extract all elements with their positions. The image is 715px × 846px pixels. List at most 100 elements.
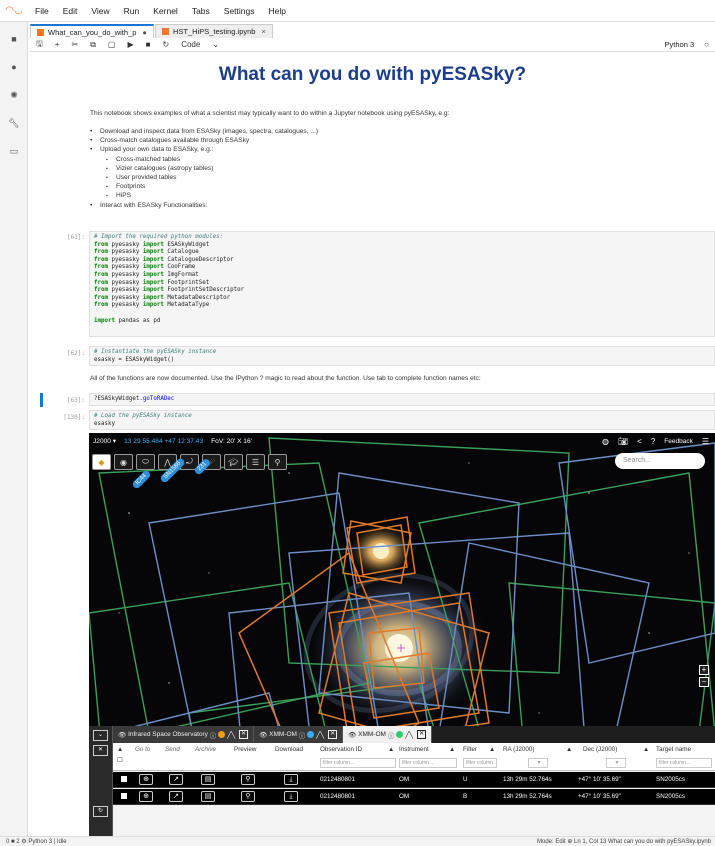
menu-kernel[interactable]: Kernel xyxy=(146,6,185,16)
table-row[interactable]: ⊕ ↗ ▤ ⚲ ⤓ 0212480801 OM U 13h 29m 52.764… xyxy=(113,772,715,788)
chevron-down-icon[interactable]: ▾ xyxy=(111,437,116,445)
eye-icon[interactable]: 👁︎ xyxy=(118,731,128,739)
add-cell-icon[interactable]: + xyxy=(49,40,66,49)
download-icon[interactable]: ⤓ xyxy=(284,774,298,785)
hips-layers-icon[interactable]: ◆ xyxy=(92,454,111,470)
code-cell-instantiate[interactable]: # Instantiate the pyESASky instance esas… xyxy=(89,346,715,366)
esasky-widget[interactable]: J2000 ▾ 13 29 55.484 +47 12 37.43 FoV: 2… xyxy=(89,433,715,836)
row-checkbox[interactable] xyxy=(121,776,127,782)
planning-icon[interactable]: 🎓︎ xyxy=(224,454,243,470)
col-observation-id[interactable]: Observation ID xyxy=(320,746,362,753)
sort-asc-icon[interactable]: ▲ xyxy=(449,746,455,753)
filter-instrument-input[interactable]: filter column... xyxy=(399,758,457,768)
goto-icon[interactable]: ⊕ xyxy=(139,791,153,802)
tab-iso[interactable]: 👁︎ Infrared Space Observatory ⓘ ╱╲ ✕ xyxy=(113,726,255,743)
col-ra[interactable]: RA (J2000) xyxy=(503,746,535,753)
coordinate-frame-select[interactable]: J2000 xyxy=(93,438,111,445)
color-dot-icon[interactable] xyxy=(218,731,226,738)
kernel-name[interactable]: Python 3 xyxy=(665,40,699,49)
col-dec[interactable]: Dec (J2000) xyxy=(583,746,617,753)
paste-icon[interactable]: ▢ xyxy=(102,40,122,49)
goto-icon[interactable]: ⊕ xyxy=(139,774,153,785)
menu-icon[interactable]: ☰ xyxy=(702,437,709,446)
copy-icon[interactable]: ⧉ xyxy=(84,40,102,50)
tab-xmm-om-1[interactable]: 👁︎ XMM-OM ⓘ ╱╲ ✕ xyxy=(254,726,344,743)
menu-tabs[interactable]: Tabs xyxy=(185,6,217,16)
sort-asc-icon[interactable]: ▲ xyxy=(388,746,394,753)
archive-icon[interactable]: ▤ xyxy=(201,774,215,785)
menu-edit[interactable]: Edit xyxy=(56,6,85,16)
sky-search-input[interactable]: Search... xyxy=(615,453,705,469)
close-icon[interactable]: ✕ xyxy=(239,730,249,739)
target-list-icon[interactable]: ◍ xyxy=(602,437,609,446)
restart-icon[interactable]: ↻ xyxy=(156,40,175,49)
info-icon[interactable]: ⓘ xyxy=(386,730,395,740)
cut-icon[interactable]: ✂ xyxy=(66,40,85,49)
tab-xmm-om-2[interactable]: 👁︎ XMM-OM ⓘ ╱╲ ✕ xyxy=(343,726,433,743)
sine-icon[interactable]: ╱╲ xyxy=(316,731,324,739)
close-icon[interactable]: × xyxy=(261,27,265,36)
code-cell-load[interactable]: # Load the pyESASky instance esasky xyxy=(89,410,715,430)
tabs-icon[interactable]: ▭ xyxy=(0,140,28,162)
sort-asc-icon[interactable]: ▲ xyxy=(566,746,572,753)
color-dot-icon[interactable] xyxy=(396,731,404,738)
close-all-icon[interactable]: ✕ xyxy=(93,745,108,756)
palette-icon[interactable]: ✺ xyxy=(0,84,28,106)
sort-asc-icon[interactable]: ▲ xyxy=(643,746,649,753)
chevron-down-icon[interactable]: ⌄ xyxy=(206,40,225,49)
stop-icon[interactable]: ■ xyxy=(140,40,157,49)
menu-file[interactable]: File xyxy=(28,6,56,16)
save-icon[interactable]: 🖫︎ xyxy=(30,38,49,52)
send-icon[interactable]: ↗ xyxy=(169,774,183,785)
images-icon[interactable]: ◉ xyxy=(114,454,133,470)
collapse-panel-icon[interactable]: ⌄ xyxy=(93,730,108,741)
sort-asc-icon[interactable]: ▲ xyxy=(117,746,123,753)
filter-target-input[interactable]: filter column... xyxy=(656,758,712,768)
running-icon[interactable]: ● xyxy=(0,56,28,78)
code-cell-imports[interactable]: # Import the required python modules: fr… xyxy=(89,231,715,337)
select-all-checkbox[interactable]: ☐ xyxy=(117,757,123,764)
code-cell-help[interactable]: ?ESASkyWidget.goToRADec xyxy=(89,393,715,406)
col-filter[interactable]: Filter xyxy=(463,746,477,753)
wrench-icon[interactable]: 🔧︎ xyxy=(0,112,28,134)
sort-asc-icon[interactable]: ▲ xyxy=(489,746,495,753)
zoom-out-button[interactable]: − xyxy=(699,677,709,687)
preview-icon[interactable]: ⚲ xyxy=(241,791,255,802)
telescope-icon[interactable]: ⚲ xyxy=(268,454,287,470)
feedback-link[interactable]: Feedback xyxy=(664,438,693,445)
filter-dec-icon[interactable]: ▼ xyxy=(606,758,626,768)
table-row[interactable]: ⊕ ↗ ▤ ⚲ ⤓ 0212480801 OM B 13h 29m 52.764… xyxy=(113,789,715,805)
close-icon[interactable]: ✕ xyxy=(417,730,427,739)
cell-type-select[interactable]: Code xyxy=(175,40,206,49)
info-icon[interactable]: ⓘ xyxy=(208,730,217,740)
filter-filter-input[interactable]: filter column... xyxy=(463,758,497,768)
filter-observation-id-input[interactable]: filter column... xyxy=(320,758,396,768)
share-icon[interactable]: < xyxy=(637,437,642,446)
eye-icon[interactable]: 👁︎ xyxy=(259,731,269,739)
refresh-icon[interactable]: ↻ xyxy=(93,806,108,817)
close-icon[interactable]: ✕ xyxy=(328,730,338,739)
publications-icon[interactable]: ☰ xyxy=(246,454,265,470)
sine-icon[interactable]: ╱╲ xyxy=(405,731,413,739)
help-icon[interactable]: ? xyxy=(651,437,655,446)
row-checkbox[interactable] xyxy=(121,793,127,799)
color-dot-icon[interactable] xyxy=(307,731,315,738)
catalogues-icon[interactable]: ⬭ xyxy=(136,454,155,470)
folder-icon[interactable]: ■ xyxy=(0,28,28,50)
sine-icon[interactable]: ╱╲ xyxy=(227,731,235,739)
tab-what-can-you-do[interactable]: What_can_you_do_with_p ● xyxy=(30,24,154,38)
zoom-in-button[interactable]: + xyxy=(699,665,709,675)
archive-icon[interactable]: ▤ xyxy=(201,791,215,802)
preview-icon[interactable]: ⚲ xyxy=(241,774,255,785)
menu-settings[interactable]: Settings xyxy=(217,6,262,16)
menu-run[interactable]: Run xyxy=(117,6,147,16)
menu-view[interactable]: View xyxy=(84,6,116,16)
filter-ra-icon[interactable]: ▼ xyxy=(528,758,548,768)
eye-icon[interactable]: 👁︎ xyxy=(348,731,358,739)
unsaved-dot-icon[interactable]: ● xyxy=(142,28,147,37)
send-icon[interactable]: ↗ xyxy=(169,791,183,802)
run-icon[interactable]: ▶ xyxy=(121,40,139,49)
kernel-status[interactable]: 0 ■ 2 ⚙ Python 3 | Idle xyxy=(6,838,67,845)
menu-help[interactable]: Help xyxy=(262,6,293,16)
col-target-name[interactable]: Target name xyxy=(656,746,691,753)
